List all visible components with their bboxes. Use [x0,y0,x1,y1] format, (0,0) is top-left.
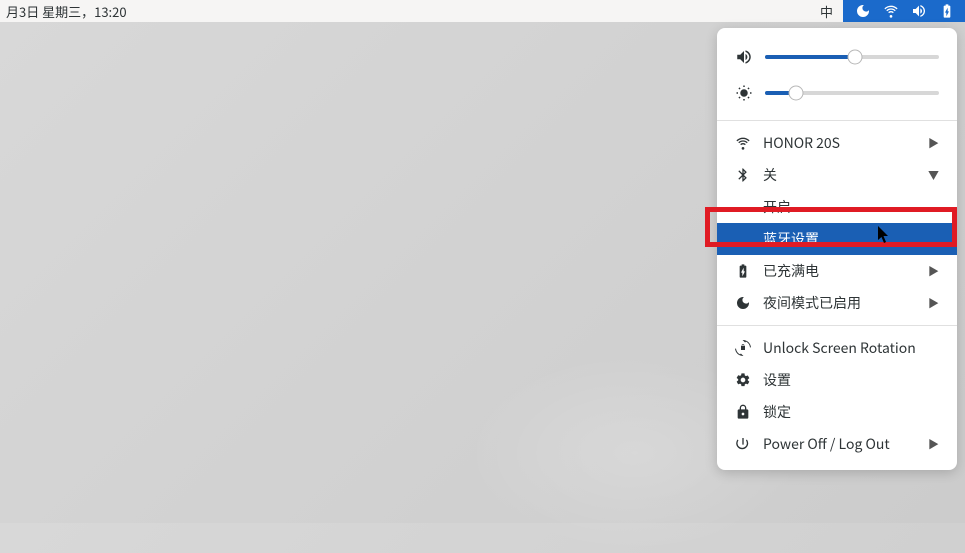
settings-item[interactable]: 设置 [717,364,957,396]
lock-icon [735,404,751,420]
chevron-right-icon: ▶ [928,135,939,151]
bluetooth-settings-item[interactable]: 蓝牙设置 [717,223,957,255]
night-mode-icon [855,3,871,19]
wifi-icon [735,135,751,151]
rotation-item[interactable]: Unlock Screen Rotation [717,332,957,364]
volume-icon [911,3,927,19]
system-menu: HONOR 20S ▶ 关 ▼ 开启 蓝牙设置 已充满电 ▶ 夜间模式已启用 ▶… [717,28,957,470]
battery-label: 已充满电 [763,261,916,281]
separator [717,325,957,326]
datetime-label: 月3日 星期三，13:20 [4,2,127,21]
rotation-label: Unlock Screen Rotation [763,338,939,358]
brightness-slider[interactable] [717,78,957,114]
wifi-icon [883,3,899,19]
volume-icon [735,48,753,66]
bluetooth-on-item[interactable]: 开启 [717,191,957,223]
settings-label: 设置 [763,370,939,390]
system-tray[interactable] [843,0,965,22]
battery-icon [939,3,955,19]
chevron-down-icon: ▼ [928,167,939,183]
mouse-cursor [878,226,890,244]
separator [717,120,957,121]
night-mode-item[interactable]: 夜间模式已启用 ▶ [717,287,957,319]
battery-icon [735,263,751,279]
wifi-item[interactable]: HONOR 20S ▶ [717,127,957,159]
battery-item[interactable]: 已充满电 ▶ [717,255,957,287]
lock-item[interactable]: 锁定 [717,396,957,428]
rotation-lock-icon [735,340,751,356]
night-mode-icon [735,295,751,311]
wifi-label: HONOR 20S [763,133,916,153]
bluetooth-item[interactable]: 关 ▼ [717,159,957,191]
lock-label: 锁定 [763,402,939,422]
top-bar: 月3日 星期三，13:20 中 [0,0,965,22]
bluetooth-settings-label: 蓝牙设置 [763,229,939,249]
poweroff-item[interactable]: Power Off / Log Out ▶ [717,428,957,460]
bluetooth-label: 关 [763,165,916,185]
volume-slider[interactable] [717,42,957,78]
power-icon [735,436,751,452]
bluetooth-icon [735,167,751,183]
chevron-right-icon: ▶ [928,436,939,452]
poweroff-label: Power Off / Log Out [763,434,916,454]
night-mode-label: 夜间模式已启用 [763,293,916,313]
bluetooth-on-label: 开启 [763,197,939,217]
ime-indicator[interactable]: 中 [810,0,843,22]
brightness-icon [735,84,753,102]
gear-icon [735,372,751,388]
chevron-right-icon: ▶ [928,295,939,311]
chevron-right-icon: ▶ [928,263,939,279]
